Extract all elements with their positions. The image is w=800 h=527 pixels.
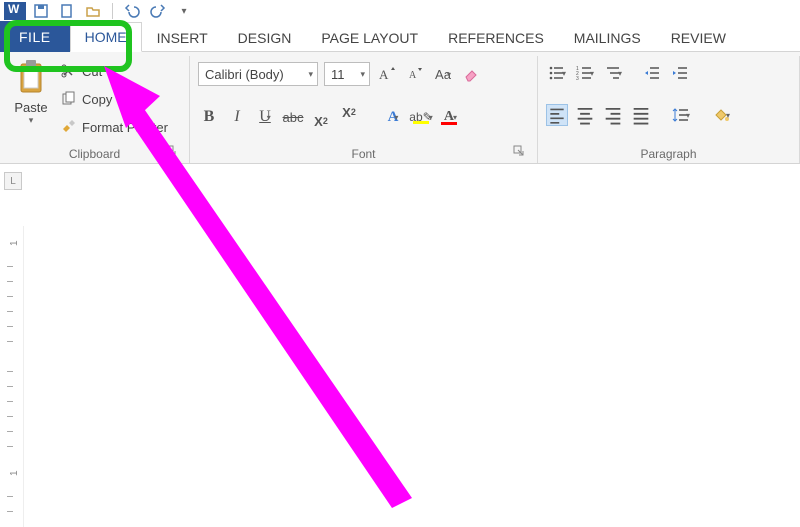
tab-insert[interactable]: INSERT: [142, 23, 223, 52]
group-paragraph-label: Paragraph: [546, 145, 791, 161]
align-center-button[interactable]: [574, 104, 596, 126]
font-name-value: Calibri (Body): [205, 67, 284, 82]
strikethrough-button[interactable]: abc: [282, 106, 304, 128]
font-color-button[interactable]: A▾: [438, 106, 460, 128]
font-dialog-launcher[interactable]: [513, 145, 527, 159]
copy-label: Copy: [82, 92, 112, 107]
svg-text:3: 3: [576, 76, 579, 82]
paste-label: Paste: [14, 100, 47, 115]
cut-button[interactable]: Cut: [60, 60, 168, 82]
font-size-combo[interactable]: 11 ▾: [324, 62, 370, 86]
bullets-button[interactable]: ▾: [546, 62, 568, 84]
tab-review[interactable]: REVIEW: [656, 23, 741, 52]
chevron-down-icon: ▾: [360, 69, 365, 80]
shading-button[interactable]: ▾: [710, 104, 732, 126]
ruler-mark: 1: [9, 470, 20, 476]
separator: [112, 3, 113, 19]
group-clipboard-label: Clipboard: [8, 145, 181, 161]
underline-button[interactable]: U▾: [254, 106, 276, 128]
tab-home[interactable]: HOME: [70, 22, 142, 52]
qat-redo-button[interactable]: [147, 1, 169, 21]
chevron-down-icon: ▾: [308, 69, 313, 80]
highlight-color-button[interactable]: ab✎▾: [410, 106, 432, 128]
increase-indent-button[interactable]: [670, 62, 692, 84]
document-page[interactable]: [36, 228, 800, 527]
group-font-label: Font: [198, 145, 529, 161]
clear-formatting-button[interactable]: [460, 63, 482, 85]
line-spacing-button[interactable]: ▾: [670, 104, 692, 126]
format-painter-label: Format Painter: [82, 120, 168, 135]
ribbon-tabs: FILE HOME INSERT DESIGN PAGE LAYOUT REFE…: [0, 22, 800, 52]
numbering-button[interactable]: 123▾: [574, 62, 596, 84]
eraser-icon: [462, 65, 480, 83]
format-painter-button[interactable]: Format Painter: [60, 116, 168, 138]
bold-button[interactable]: B: [198, 106, 220, 128]
group-paragraph: ▾ 123▾ ▾ ▾ ▾ Paragraph: [538, 56, 800, 163]
multilevel-list-button[interactable]: ▾: [602, 62, 624, 84]
text-effects-button[interactable]: A▾: [382, 106, 404, 128]
scissors-icon: [60, 63, 76, 79]
clipboard-dialog-launcher[interactable]: [165, 145, 179, 159]
qat-new-button[interactable]: [56, 1, 78, 21]
paintbrush-icon: [60, 119, 76, 135]
font-size-value: 11: [331, 67, 345, 82]
tab-design[interactable]: DESIGN: [223, 23, 307, 52]
align-right-button[interactable]: [602, 104, 624, 126]
tab-references[interactable]: REFERENCES: [433, 23, 559, 52]
subscript-button[interactable]: X2: [310, 106, 332, 128]
cut-label: Cut: [82, 64, 102, 79]
change-case-button[interactable]: Aa▾: [432, 63, 454, 85]
document-area: [24, 192, 800, 527]
vertical-ruler[interactable]: 1 1: [4, 226, 24, 527]
ribbon: Paste ▾ Cut Copy Format Painter Clipbo: [0, 52, 800, 164]
tab-mailings[interactable]: MAILINGS: [559, 23, 656, 52]
copy-icon: [60, 91, 76, 107]
qat-undo-button[interactable]: [121, 1, 143, 21]
italic-button[interactable]: I: [226, 106, 248, 128]
decrease-indent-button[interactable]: [642, 62, 664, 84]
qat-save-button[interactable]: [30, 1, 52, 21]
tab-file[interactable]: FILE: [0, 21, 70, 52]
quick-access-toolbar: ▾: [0, 0, 800, 22]
ruler-tab-selector[interactable]: L: [4, 172, 22, 190]
grow-font-button[interactable]: A: [376, 63, 398, 85]
shrink-font-button[interactable]: A: [404, 63, 426, 85]
copy-button[interactable]: Copy: [60, 88, 168, 110]
app-word-icon: [4, 2, 26, 20]
group-font: Calibri (Body) ▾ 11 ▾ A A Aa▾: [190, 56, 538, 163]
qat-customize-dropdown[interactable]: ▾: [173, 1, 195, 21]
font-name-combo[interactable]: Calibri (Body) ▾: [198, 62, 318, 86]
group-clipboard: Paste ▾ Cut Copy Format Painter Clipbo: [0, 56, 190, 163]
qat-open-button[interactable]: [82, 1, 104, 21]
ruler-mark: 1: [9, 240, 20, 246]
paste-dropdown-icon[interactable]: ▾: [29, 115, 34, 126]
align-left-button[interactable]: [546, 104, 568, 126]
paste-button[interactable]: Paste ▾: [8, 58, 54, 145]
svg-text:A: A: [409, 70, 417, 81]
tab-page-layout[interactable]: PAGE LAYOUT: [306, 23, 433, 52]
svg-text:A: A: [379, 67, 389, 82]
justify-button[interactable]: [630, 104, 652, 126]
superscript-button[interactable]: X2: [338, 106, 360, 128]
